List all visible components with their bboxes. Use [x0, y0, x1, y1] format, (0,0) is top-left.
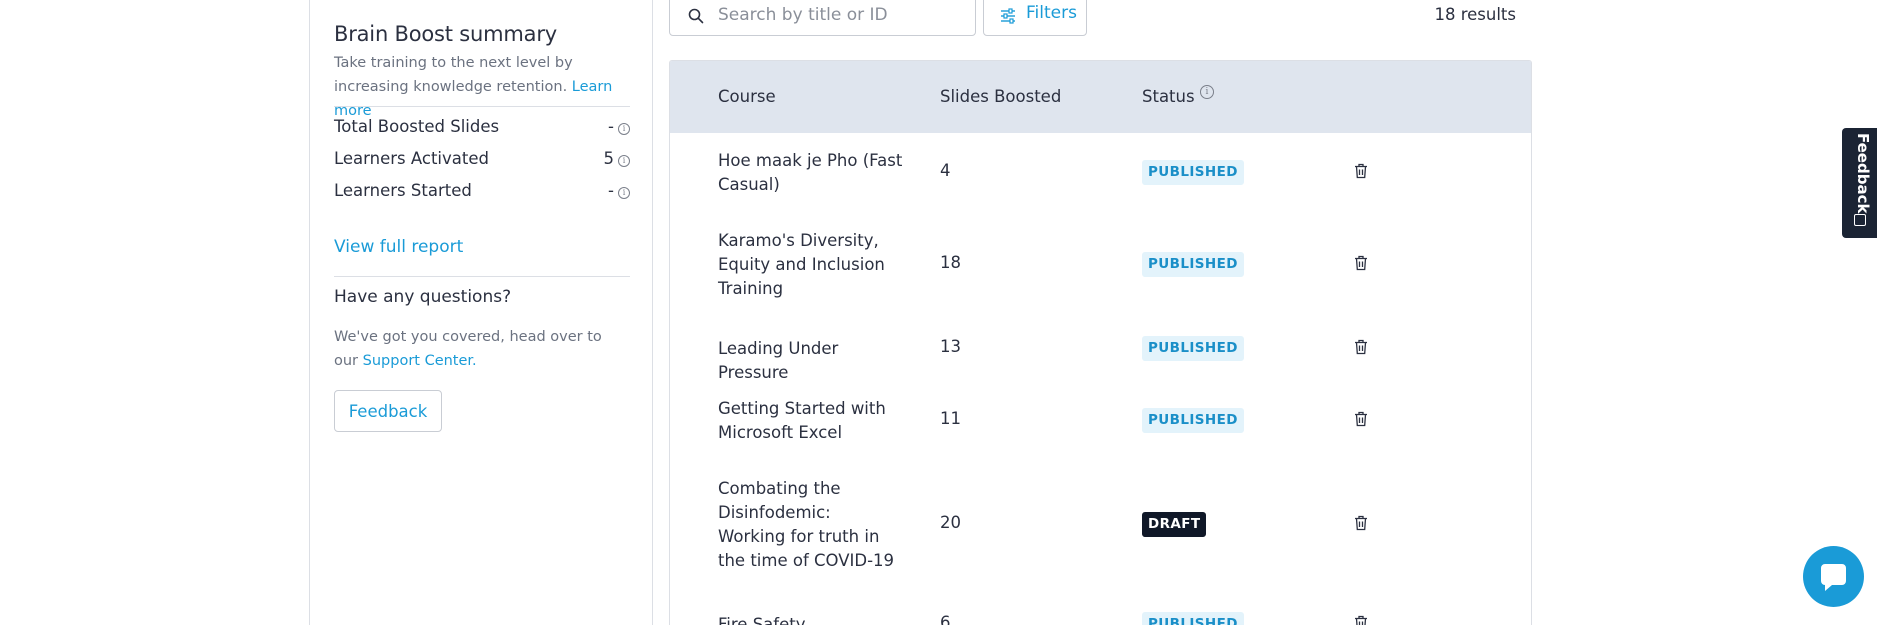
status-badge: DRAFT [1142, 512, 1207, 537]
divider [334, 276, 630, 277]
slides-boosted-value: 11 [940, 409, 961, 428]
column-header-status[interactable]: Status [1142, 87, 1195, 106]
column-header-slides-boosted[interactable]: Slides Boosted [940, 87, 1061, 106]
search-icon [688, 8, 704, 24]
slides-boosted-value: 6 [940, 613, 951, 625]
info-icon[interactable]: i [1200, 85, 1214, 99]
chat-icon [1821, 564, 1846, 591]
courses-table: Course Slides Boosted Status i Hoe maak … [669, 60, 1532, 625]
summary-sidebar: Brain Boost summary Take training to the… [309, 0, 653, 625]
view-full-report-link[interactable]: View full report [334, 237, 463, 257]
filters-label: Filters [1026, 3, 1077, 23]
stat-value: - [608, 117, 614, 136]
summary-title: Brain Boost summary [334, 22, 557, 46]
trash-icon[interactable] [1354, 339, 1368, 355]
questions-title: Have any questions? [334, 287, 512, 307]
summary-description-text: Take training to the next level by incre… [334, 55, 573, 95]
feedback-envelope-icon [1854, 214, 1866, 226]
slides-boosted-value: 20 [940, 513, 961, 532]
course-title[interactable]: Getting Started with Microsoft Excel [718, 397, 903, 445]
trash-icon[interactable] [1354, 255, 1368, 271]
course-title[interactable]: Combating the Disinfodemic: Working for … [718, 477, 903, 573]
stat-learners-activated: Learners Activated 5 i [334, 149, 630, 173]
info-icon[interactable]: i [618, 187, 630, 199]
sliders-icon [1001, 8, 1015, 24]
trash-icon[interactable] [1354, 515, 1368, 531]
status-badge: PUBLISHED [1142, 160, 1244, 185]
status-badge: PUBLISHED [1142, 252, 1244, 277]
course-title[interactable]: Fire Safety [718, 613, 903, 625]
slides-boosted-value: 13 [940, 337, 961, 356]
support-center-link[interactable]: Support Center. [363, 353, 477, 369]
chat-launcher-button[interactable] [1803, 546, 1864, 607]
course-title[interactable]: Karamo's Diversity, Equity and Inclusion… [718, 229, 903, 301]
questions-text: We've got you covered, head over to our … [334, 325, 630, 373]
table-header: Course Slides Boosted Status i [670, 61, 1531, 133]
status-badge: PUBLISHED [1142, 612, 1244, 625]
divider [334, 106, 630, 107]
slides-boosted-value: 18 [940, 253, 961, 272]
trash-icon[interactable] [1354, 411, 1368, 427]
status-badge: PUBLISHED [1142, 408, 1244, 433]
stat-value: 5 [603, 149, 615, 168]
stat-value: - [608, 181, 614, 200]
stat-label: Total Boosted Slides [334, 117, 500, 136]
feedback-side-tab[interactable]: Feedback [1842, 128, 1877, 238]
search-field[interactable] [669, 0, 976, 36]
stat-total-boosted-slides: Total Boosted Slides - i [334, 117, 630, 141]
summary-description: Take training to the next level by incre… [334, 51, 630, 123]
stat-learners-started: Learners Started - i [334, 181, 630, 205]
info-icon[interactable]: i [618, 155, 630, 167]
stat-label: Learners Activated [334, 149, 489, 168]
column-header-course[interactable]: Course [718, 87, 776, 106]
course-title[interactable]: Hoe maak je Pho (Fast Casual) [718, 149, 903, 197]
trash-icon[interactable] [1354, 163, 1368, 179]
info-icon[interactable]: i [618, 123, 630, 135]
results-count: 18 results [1434, 5, 1516, 24]
trash-icon[interactable] [1354, 615, 1368, 625]
search-input[interactable] [718, 3, 968, 27]
status-badge: PUBLISHED [1142, 336, 1244, 361]
course-title[interactable]: Leading Under Pressure [718, 337, 903, 385]
stat-label: Learners Started [334, 181, 472, 200]
filters-button[interactable]: Filters [983, 0, 1087, 36]
slides-boosted-value: 4 [940, 161, 951, 180]
feedback-button[interactable]: Feedback [334, 390, 442, 432]
